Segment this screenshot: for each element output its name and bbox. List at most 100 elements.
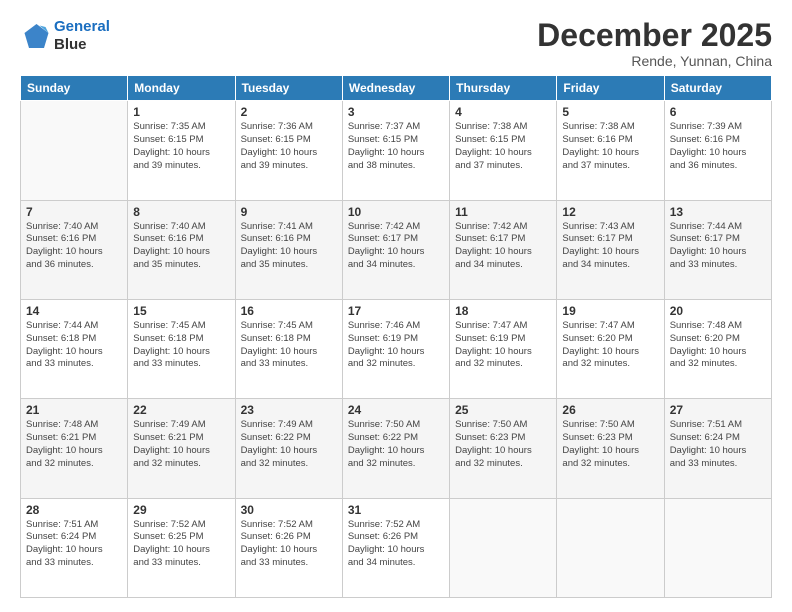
weekday-header-friday: Friday xyxy=(557,76,664,101)
day-number: 25 xyxy=(455,403,551,417)
calendar-week-2: 7 Sunrise: 7:40 AM Sunset: 6:16 PM Daylig… xyxy=(21,200,772,299)
weekday-header-wednesday: Wednesday xyxy=(342,76,449,101)
calendar-cell: 8Sunrise: 7:40 AM Sunset: 6:16 PM Daylig… xyxy=(128,200,235,299)
day-info: Sunrise: 7:48 AM Sunset: 6:21 PM Dayligh… xyxy=(26,419,122,470)
day-info: Sunrise: 7:51 AM Sunset: 6:24 PM Dayligh… xyxy=(670,419,766,470)
calendar-cell: 24Sunrise: 7:50 AM Sunset: 6:22 PM Dayli… xyxy=(342,399,449,498)
day-info: Sunrise: 7:50 AM Sunset: 6:23 PM Dayligh… xyxy=(455,419,551,470)
day-number: 18 xyxy=(455,304,551,318)
weekday-header-tuesday: Tuesday xyxy=(235,76,342,101)
day-info: Sunrise: 7:39 AM Sunset: 6:16 PM Dayligh… xyxy=(670,121,766,172)
day-info: Sunrise: 7:50 AM Sunset: 6:23 PM Dayligh… xyxy=(562,419,658,470)
day-number: 1 xyxy=(133,105,229,119)
calendar-cell: 22 Sunrise: 7:49 AM Sunset: 6:21 PM Dayli… xyxy=(128,399,235,498)
weekday-header-saturday: Saturday xyxy=(664,76,771,101)
day-info: Sunrise: 7:46 AM Sunset: 6:19 PM Dayligh… xyxy=(348,320,444,371)
calendar-cell: 11 Sunrise: 7:42 AM Sunset: 6:17 PM Dayli… xyxy=(450,200,557,299)
day-number: 17 xyxy=(348,304,444,318)
day-number: 9 xyxy=(241,205,337,219)
day-info: Sunrise: 7:41 AM Sunset: 6:16 PM Dayligh… xyxy=(241,221,337,272)
calendar-cell: 2 Sunrise: 7:36 AM Sunset: 6:15 PM Daylig… xyxy=(235,101,342,200)
day-info: Sunrise: 7:49 AM Sunset: 6:21 PM Dayligh… xyxy=(133,419,229,470)
calendar-cell: 31Sunrise: 7:52 AM Sunset: 6:26 PM Dayli… xyxy=(342,498,449,597)
calendar-cell: 19 Sunrise: 7:47 AM Sunset: 6:20 PM Dayli… xyxy=(557,299,664,398)
day-info: Sunrise: 7:45 AM Sunset: 6:18 PM Dayligh… xyxy=(133,320,229,371)
calendar-cell: 9 Sunrise: 7:41 AM Sunset: 6:16 PM Daylig… xyxy=(235,200,342,299)
day-number: 7 xyxy=(26,205,122,219)
day-info: Sunrise: 7:44 AM Sunset: 6:18 PM Dayligh… xyxy=(26,320,122,371)
day-info: Sunrise: 7:43 AM Sunset: 6:17 PM Dayligh… xyxy=(562,221,658,272)
page-title: December 2025 xyxy=(537,18,772,53)
title-block: December 2025 Rende, Yunnan, China xyxy=(537,18,772,69)
calendar-cell: 30 Sunrise: 7:52 AM Sunset: 6:26 PM Dayli… xyxy=(235,498,342,597)
day-info: Sunrise: 7:42 AM Sunset: 6:17 PM Dayligh… xyxy=(455,221,551,272)
day-number: 20 xyxy=(670,304,766,318)
calendar-week-5: 28Sunrise: 7:51 AM Sunset: 6:24 PM Dayli… xyxy=(21,498,772,597)
calendar-cell: 12Sunrise: 7:43 AM Sunset: 6:17 PM Dayli… xyxy=(557,200,664,299)
day-info: Sunrise: 7:48 AM Sunset: 6:20 PM Dayligh… xyxy=(670,320,766,371)
calendar-week-4: 21Sunrise: 7:48 AM Sunset: 6:21 PM Dayli… xyxy=(21,399,772,498)
calendar-header: SundayMondayTuesdayWednesdayThursdayFrid… xyxy=(21,76,772,101)
day-number: 8 xyxy=(133,205,229,219)
calendar-cell: 20 Sunrise: 7:48 AM Sunset: 6:20 PM Dayli… xyxy=(664,299,771,398)
calendar-cell xyxy=(21,101,128,200)
day-number: 16 xyxy=(241,304,337,318)
calendar-cell: 7 Sunrise: 7:40 AM Sunset: 6:16 PM Daylig… xyxy=(21,200,128,299)
day-info: Sunrise: 7:37 AM Sunset: 6:15 PM Dayligh… xyxy=(348,121,444,172)
day-number: 22 xyxy=(133,403,229,417)
day-info: Sunrise: 7:35 AM Sunset: 6:15 PM Dayligh… xyxy=(133,121,229,172)
day-number: 27 xyxy=(670,403,766,417)
day-info: Sunrise: 7:38 AM Sunset: 6:15 PM Dayligh… xyxy=(455,121,551,172)
calendar-cell: 13 Sunrise: 7:44 AM Sunset: 6:17 PM Dayli… xyxy=(664,200,771,299)
calendar-cell: 18 Sunrise: 7:47 AM Sunset: 6:19 PM Dayli… xyxy=(450,299,557,398)
page-subtitle: Rende, Yunnan, China xyxy=(537,53,772,69)
calendar-cell: 28Sunrise: 7:51 AM Sunset: 6:24 PM Dayli… xyxy=(21,498,128,597)
day-info: Sunrise: 7:50 AM Sunset: 6:22 PM Dayligh… xyxy=(348,419,444,470)
calendar-cell: 4 Sunrise: 7:38 AM Sunset: 6:15 PM Daylig… xyxy=(450,101,557,200)
calendar-cell xyxy=(664,498,771,597)
day-number: 4 xyxy=(455,105,551,119)
calendar-page: General Blue December 2025 Rende, Yunnan… xyxy=(0,0,792,612)
day-number: 10 xyxy=(348,205,444,219)
calendar-cell: 1 Sunrise: 7:35 AM Sunset: 6:15 PM Daylig… xyxy=(128,101,235,200)
calendar-body: 1 Sunrise: 7:35 AM Sunset: 6:15 PM Daylig… xyxy=(21,101,772,598)
calendar-cell: 15 Sunrise: 7:45 AM Sunset: 6:18 PM Dayli… xyxy=(128,299,235,398)
calendar-table: SundayMondayTuesdayWednesdayThursdayFrid… xyxy=(20,75,772,598)
day-info: Sunrise: 7:47 AM Sunset: 6:20 PM Dayligh… xyxy=(562,320,658,371)
calendar-cell: 14 Sunrise: 7:44 AM Sunset: 6:18 PM Dayli… xyxy=(21,299,128,398)
day-info: Sunrise: 7:52 AM Sunset: 6:26 PM Dayligh… xyxy=(348,519,444,570)
calendar-cell: 6 Sunrise: 7:39 AM Sunset: 6:16 PM Daylig… xyxy=(664,101,771,200)
calendar-week-3: 14 Sunrise: 7:44 AM Sunset: 6:18 PM Dayli… xyxy=(21,299,772,398)
day-number: 5 xyxy=(562,105,658,119)
day-number: 2 xyxy=(241,105,337,119)
calendar-cell: 27 Sunrise: 7:51 AM Sunset: 6:24 PM Dayli… xyxy=(664,399,771,498)
day-number: 28 xyxy=(26,503,122,517)
day-number: 13 xyxy=(670,205,766,219)
day-number: 30 xyxy=(241,503,337,517)
day-number: 3 xyxy=(348,105,444,119)
day-number: 11 xyxy=(455,205,551,219)
day-info: Sunrise: 7:42 AM Sunset: 6:17 PM Dayligh… xyxy=(348,221,444,272)
day-info: Sunrise: 7:49 AM Sunset: 6:22 PM Dayligh… xyxy=(241,419,337,470)
day-info: Sunrise: 7:40 AM Sunset: 6:16 PM Dayligh… xyxy=(26,221,122,272)
day-info: Sunrise: 7:44 AM Sunset: 6:17 PM Dayligh… xyxy=(670,221,766,272)
day-number: 19 xyxy=(562,304,658,318)
calendar-cell: 26 Sunrise: 7:50 AM Sunset: 6:23 PM Dayli… xyxy=(557,399,664,498)
day-number: 6 xyxy=(670,105,766,119)
calendar-cell: 29Sunrise: 7:52 AM Sunset: 6:25 PM Dayli… xyxy=(128,498,235,597)
day-number: 15 xyxy=(133,304,229,318)
day-info: Sunrise: 7:36 AM Sunset: 6:15 PM Dayligh… xyxy=(241,121,337,172)
calendar-cell: 5Sunrise: 7:38 AM Sunset: 6:16 PM Daylig… xyxy=(557,101,664,200)
calendar-cell: 16Sunrise: 7:45 AM Sunset: 6:18 PM Dayli… xyxy=(235,299,342,398)
calendar-cell: 10 Sunrise: 7:42 AM Sunset: 6:17 PM Dayli… xyxy=(342,200,449,299)
calendar-cell: 3 Sunrise: 7:37 AM Sunset: 6:15 PM Daylig… xyxy=(342,101,449,200)
calendar-cell: 21Sunrise: 7:48 AM Sunset: 6:21 PM Dayli… xyxy=(21,399,128,498)
weekday-row: SundayMondayTuesdayWednesdayThursdayFrid… xyxy=(21,76,772,101)
day-info: Sunrise: 7:52 AM Sunset: 6:26 PM Dayligh… xyxy=(241,519,337,570)
header: General Blue December 2025 Rende, Yunnan… xyxy=(20,18,772,69)
day-number: 26 xyxy=(562,403,658,417)
day-number: 23 xyxy=(241,403,337,417)
day-number: 14 xyxy=(26,304,122,318)
day-info: Sunrise: 7:47 AM Sunset: 6:19 PM Dayligh… xyxy=(455,320,551,371)
weekday-header-monday: Monday xyxy=(128,76,235,101)
